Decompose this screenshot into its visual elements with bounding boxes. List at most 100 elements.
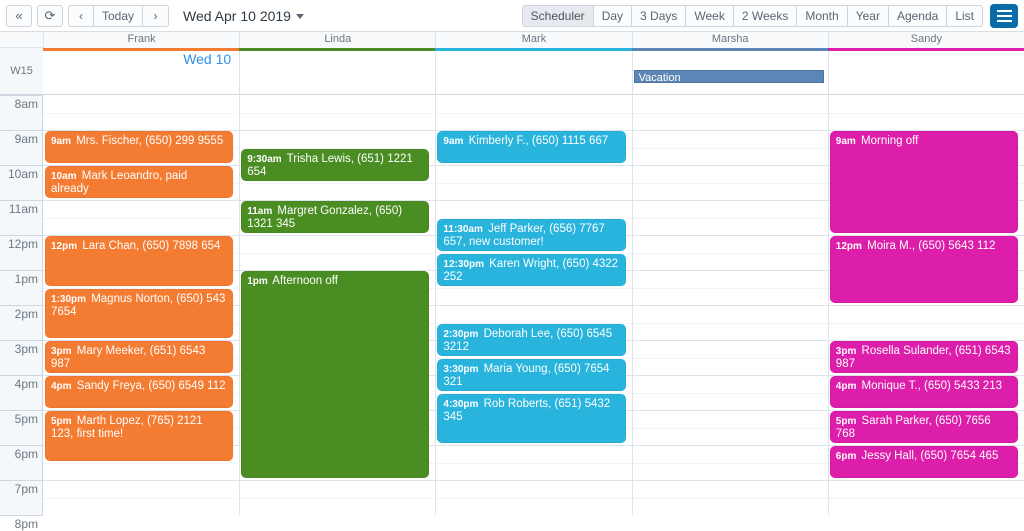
view-button-2-weeks[interactable]: 2 Weeks [733, 4, 798, 27]
event-time: 9am [835, 136, 856, 147]
gutter-hour-tick [0, 305, 43, 306]
event-title: Jessy Hall, (650) 7654 465 [858, 450, 999, 462]
resource-color-bar-marsha [631, 48, 828, 51]
calendar-event[interactable]: 1:30pm Magnus Norton, (650) 543 7654 [45, 288, 234, 338]
event-time: 12pm [51, 241, 78, 252]
hamburger-menu-button[interactable] [990, 3, 1018, 28]
column-divider [631, 48, 633, 515]
refresh-icon[interactable]: ⟳ [37, 4, 63, 27]
half-hour-gridline [43, 497, 1024, 499]
view-button-day[interactable]: Day [593, 4, 633, 27]
gutter-hour-tick [0, 410, 43, 411]
event-title: Morning off [857, 135, 919, 147]
calendar-event[interactable]: 10am Mark Leoandro, paid already [45, 166, 234, 198]
event-time: 4pm [51, 381, 72, 392]
event-time: 9am [51, 136, 72, 147]
toolbar: « ⟳ ‹ Today › Wed Apr 10 2019 Scheduler D… [0, 0, 1024, 32]
view-button-year[interactable]: Year [847, 4, 889, 27]
resource-header-mark[interactable]: Mark [435, 32, 632, 48]
calendar-event[interactable]: 5pm Sarah Parker, (650) 7656 768 [829, 411, 1018, 443]
hour-label-4pm: 4pm [14, 377, 38, 391]
event-time: 4pm [835, 381, 857, 392]
gutter-hour-tick [0, 515, 43, 516]
calendar-event[interactable]: 2:30pm Deborah Lee, (650) 6545 3212 [437, 323, 626, 356]
resource-color-bar-linda [239, 48, 436, 51]
calendar-event[interactable]: 3pm Mary Meeker, (651) 6543 987 [45, 341, 234, 373]
date-picker-label[interactable]: Wed Apr 10 2019 [183, 8, 304, 24]
calendar-event[interactable]: 4pm Monique T., (650) 5433 213 [829, 376, 1018, 408]
event-time: 3:30pm [443, 363, 479, 375]
calendar-event[interactable]: 12pm Lara Chan, (650) 7898 654 [45, 236, 234, 286]
resource-header-sandy[interactable]: Sandy [827, 32, 1024, 48]
event-time: 4:30pm [443, 398, 479, 410]
allday-event[interactable]: Vacation [633, 70, 824, 83]
resource-header-frank[interactable]: Frank [43, 32, 240, 48]
hamburger-line [996, 9, 1012, 12]
view-switcher: Scheduler Day 3 Days Week 2 Weeks Month Year Ag… [521, 4, 983, 27]
gutter-hour-tick [0, 95, 43, 96]
hour-label-10am: 10am [7, 167, 38, 181]
hour-label-7pm: 7pm [14, 482, 38, 496]
calendar-event[interactable]: 5pm Marth Lopez, (765) 2121 123, first t… [45, 411, 234, 461]
calendar-event[interactable]: 4pm Sandy Freya, (650) 6549 112 [45, 376, 234, 408]
event-title: Monique T., (650) 5433 213 [858, 380, 1002, 392]
calendar-event[interactable]: 3pm Rosella Sulander, (651) 6543 987 [829, 341, 1018, 373]
hour-label-2pm: 2pm [14, 307, 38, 321]
hamburger-line [996, 19, 1012, 22]
event-time: 11am [247, 206, 273, 217]
calendar-event[interactable]: 9am Kimberly F., (650) 1115 667 [437, 131, 626, 163]
column-divider [239, 48, 241, 515]
calendar-event[interactable]: 6pm Jessy Hall, (650) 7654 465 [829, 446, 1018, 478]
half-hour-gridline [43, 112, 1024, 114]
view-button-list[interactable]: List [947, 4, 983, 27]
calendar-event[interactable]: 12:30pm Karen Wright, (650) 4322 252 [437, 253, 626, 286]
resource-header-linda[interactable]: Linda [239, 32, 436, 48]
calendar-event[interactable]: 11:30am Jeff Parker, (656) 7767 657, new… [437, 218, 626, 251]
gutter-hour-tick [0, 130, 43, 131]
resource-header-marsha[interactable]: Marsha [631, 32, 828, 48]
hour-label-12pm: 12pm [7, 237, 38, 251]
event-title: Sandy Freya, (650) 6549 112 [73, 380, 226, 392]
event-title: Kimberly F., (650) 1115 667 [465, 135, 609, 147]
calendar-event[interactable]: 1pm Afternoon off [241, 271, 430, 478]
gutter-hour-tick [0, 270, 43, 271]
calendar-event[interactable]: 12pm Moira M., (650) 5643 112 [829, 236, 1018, 303]
gutter-hour-tick [0, 480, 43, 481]
event-time: 10am [51, 171, 77, 182]
resource-color-bar-frank [43, 48, 240, 51]
view-button-week[interactable]: Week [686, 4, 734, 27]
event-time: 3pm [835, 346, 857, 357]
next-button[interactable]: › [143, 4, 170, 27]
view-button-3-days[interactable]: 3 Days [632, 4, 687, 27]
event-title: Marth Lopez, (765) 2121 123, first time! [51, 415, 203, 440]
go-to-first-button[interactable]: « [6, 4, 32, 27]
calendar-event[interactable]: 9am Mrs. Fischer, (650) 299 9555 [45, 131, 234, 163]
column-divider [827, 48, 829, 515]
calendar-event[interactable]: 4:30pm Rob Roberts, (651) 5432 345 [437, 393, 626, 443]
scheduler-body[interactable]: Wed 10 Vacation 9am Mrs. Fischer, (650) 29… [43, 48, 1024, 515]
time-gutter: W15 8am 9am 10am 11am 12pm 1pm 2pm 3pm 4pm 5pm 6pm… [0, 48, 43, 531]
event-title: Afternoon off [269, 275, 338, 287]
week-number-cell: W15 [0, 48, 43, 95]
event-time: 9:30am [247, 153, 282, 165]
calendar-event[interactable]: 11am Margret Gonzalez, (650) 1321 345 [241, 201, 430, 233]
prev-button[interactable]: ‹ [68, 4, 94, 27]
view-button-month[interactable]: Month [797, 4, 848, 27]
hamburger-line [996, 14, 1012, 17]
today-button[interactable]: Today [94, 4, 144, 27]
event-title: Moira M., (650) 5643 112 [863, 240, 996, 252]
day-label[interactable]: Wed 10 [43, 51, 231, 67]
hour-label-3pm: 3pm [14, 342, 38, 356]
calendar-event[interactable]: 3:30pm Maria Young, (650) 7654 321 [437, 358, 626, 391]
view-button-agenda[interactable]: Agenda [888, 4, 948, 27]
event-title: Sarah Parker, (650) 7656 768 [835, 415, 991, 440]
calendar-event[interactable]: 9:30am Trisha Lewis, (651) 1221 654 [241, 148, 430, 181]
scheduler-calendar: Frank Linda Mark Marsha Sandy W15 8am 9am 10am… [0, 32, 1024, 531]
event-time: 5pm [835, 416, 857, 427]
current-date-text: Wed Apr 10 2019 [183, 7, 291, 24]
event-time: 3pm [51, 346, 72, 357]
calendar-event[interactable]: 9am Morning off [829, 131, 1018, 233]
view-button-scheduler[interactable]: Scheduler [521, 4, 594, 27]
gutter-hour-tick [0, 165, 43, 166]
hour-label-9am: 9am [14, 132, 38, 146]
